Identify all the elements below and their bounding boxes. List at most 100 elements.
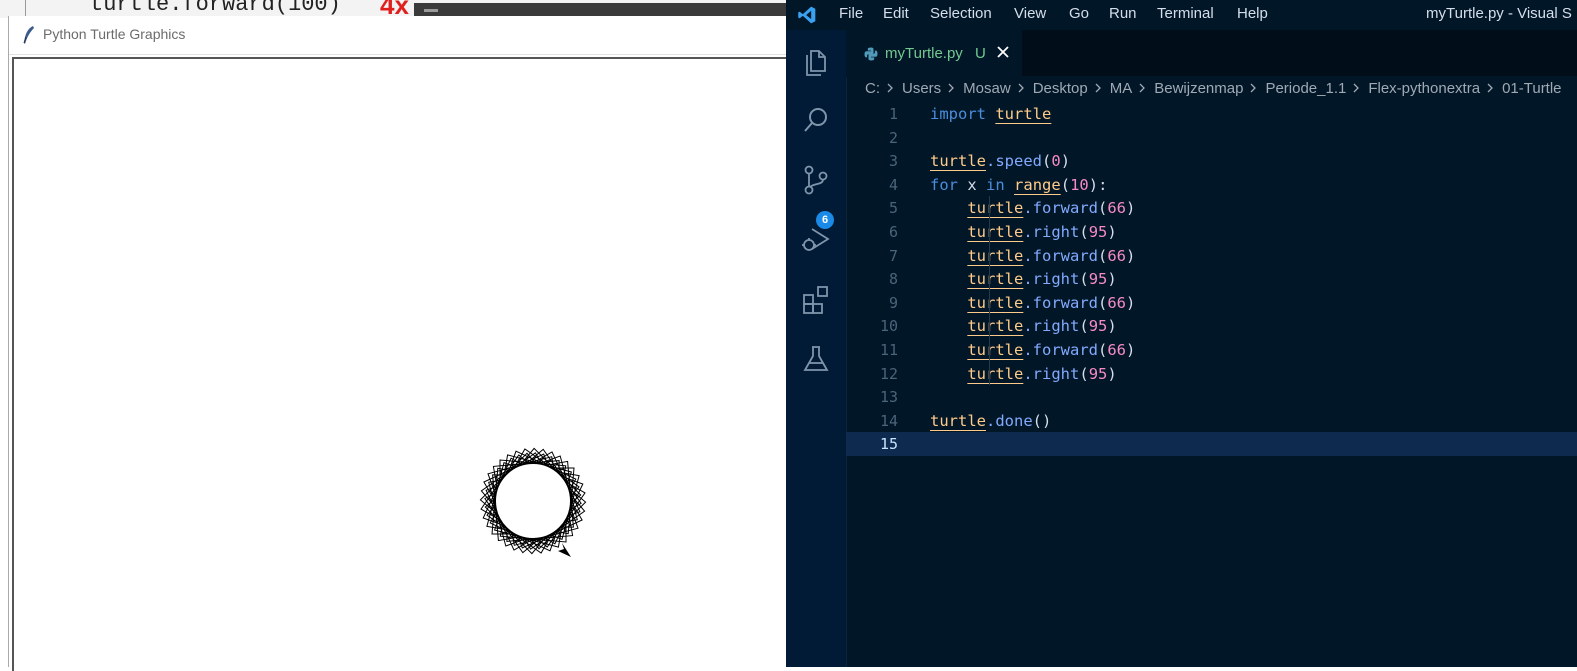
menu-help[interactable]: Help <box>1237 5 1268 22</box>
code-line[interactable]: 15 <box>846 432 1577 457</box>
code-line[interactable]: 14 turtle.done() <box>846 409 1577 433</box>
code-text: turtle.right(95) <box>967 364 1117 383</box>
code-text: turtle.forward(66) <box>967 199 1136 218</box>
turtle-cursor-icon <box>558 543 571 557</box>
code-line[interactable]: 4 for x in range(10): <box>846 173 1577 197</box>
chevron-right-icon <box>1093 80 1103 93</box>
code-text: for x in range(10): <box>930 175 1108 194</box>
line-number: 10 <box>879 317 898 336</box>
code-text: turtle.forward(66) <box>967 341 1136 359</box>
line-number: 7 <box>888 246 898 265</box>
code-text: turtle.forward(66) <box>967 246 1136 265</box>
source-control-icon[interactable] <box>800 164 832 196</box>
turtle-inner-circle <box>494 462 572 540</box>
breadcrumb-item[interactable]: Desktop <box>1033 80 1088 97</box>
chevron-right-icon <box>946 80 956 93</box>
code-text: turtle.right(95) <box>967 223 1117 241</box>
line-number: 9 <box>888 293 898 312</box>
window-title: myTurtle.py - Visual S <box>1426 5 1572 22</box>
turtle-window: Python Turtle Graphics <box>8 16 793 671</box>
tab-untracked-status: U <box>975 45 986 62</box>
turtle-arrow <box>558 543 571 557</box>
line-number: 1 <box>888 105 898 123</box>
python-icon <box>864 47 878 61</box>
breadcrumb: C: Users Mosaw Desktop MA Bewijzenmap Periode_… <box>865 80 1562 100</box>
code-text: import turtle <box>930 105 1052 123</box>
run-debug-icon[interactable] <box>800 223 832 255</box>
line-number: 15 <box>879 435 898 454</box>
code-line[interactable]: 5 turtle.forward(66) <box>846 196 1577 220</box>
turtle-canvas <box>12 57 793 671</box>
background-code-text: turtle.forward(100) <box>90 0 341 17</box>
menu-edit[interactable]: Edit <box>883 5 909 22</box>
menu-go[interactable]: Go <box>1069 5 1089 22</box>
code-text: turtle.forward(66) <box>967 293 1136 312</box>
tab-label: myTurtle.py <box>885 45 963 62</box>
background-dark-window <box>414 3 790 17</box>
chevron-right-icon <box>1351 80 1361 93</box>
line-number: 2 <box>888 128 898 147</box>
code-line[interactable]: 3 turtle.speed(0) <box>846 149 1577 173</box>
chevron-right-icon <box>885 80 895 93</box>
menu-file[interactable]: File <box>839 5 863 22</box>
activity-bar: 6 <box>786 30 847 667</box>
line-number: 6 <box>888 223 898 241</box>
chevron-right-icon <box>1016 80 1026 93</box>
code-line[interactable]: 6 turtle.right(95) <box>846 220 1577 244</box>
line-number: 8 <box>888 270 898 289</box>
breadcrumb-item[interactable]: Periode_1.1 <box>1265 80 1346 97</box>
vscode-window: File Edit Selection View Go Run Terminal… <box>786 0 1577 667</box>
tab-myturtle[interactable]: myTurtle.py U <box>846 30 1022 77</box>
code-line[interactable]: 13 <box>846 385 1577 409</box>
breadcrumb-item[interactable]: Bewijzenmap <box>1154 80 1243 97</box>
extensions-icon[interactable] <box>800 283 832 315</box>
code-text: turtle.right(95) <box>967 270 1117 289</box>
turtle-window-title: Python Turtle Graphics <box>43 26 186 42</box>
code-line[interactable]: 12 turtle.right(95) <box>846 362 1577 386</box>
close-icon[interactable] <box>994 43 1012 61</box>
code-line[interactable]: 7 turtle.forward(66) <box>846 244 1577 268</box>
menu-run[interactable]: Run <box>1109 5 1137 22</box>
breadcrumb-item[interactable]: Users <box>902 80 941 97</box>
code-line[interactable]: 8 turtle.right(95) <box>846 267 1577 291</box>
code-text: turtle.right(95) <box>967 317 1117 336</box>
line-number: 11 <box>879 341 898 359</box>
line-number: 4 <box>888 175 898 194</box>
code-line[interactable]: 1 import turtle <box>846 102 1577 126</box>
turtle-drawing <box>479 447 587 557</box>
line-number: 3 <box>888 152 898 171</box>
code-editor[interactable]: 1 import turtle 2 3 turtle.speed(0) 4 for x in… <box>846 100 1577 667</box>
menu-terminal[interactable]: Terminal <box>1157 5 1214 22</box>
chevron-right-icon <box>1248 80 1258 93</box>
turtle-titlebar[interactable]: Python Turtle Graphics <box>9 16 791 55</box>
search-icon[interactable] <box>800 104 832 136</box>
feather-icon <box>23 26 34 44</box>
code-line[interactable]: 11 turtle.forward(66) <box>846 338 1577 362</box>
code-text: turtle.done() <box>930 411 1052 430</box>
code-text: turtle.speed(0) <box>930 152 1071 171</box>
breadcrumb-item[interactable]: 01-Turtle <box>1502 80 1561 97</box>
breadcrumb-item[interactable]: C: <box>865 80 880 97</box>
chevron-right-icon <box>1485 80 1495 93</box>
line-number: 12 <box>879 364 898 383</box>
line-number: 14 <box>879 411 898 430</box>
chevron-right-icon <box>1137 80 1147 93</box>
menu-view[interactable]: View <box>1014 5 1046 22</box>
menu-selection[interactable]: Selection <box>930 5 992 22</box>
breadcrumb-item[interactable]: Mosaw <box>963 80 1011 97</box>
files-icon[interactable] <box>800 45 832 77</box>
indent-guide <box>989 196 990 386</box>
testing-icon[interactable] <box>800 343 832 375</box>
tab-bar: myTurtle.py U <box>846 30 1577 77</box>
line-number: 13 <box>879 388 898 407</box>
breadcrumb-item[interactable]: MA <box>1110 80 1133 97</box>
code-line[interactable]: 2 <box>846 126 1577 150</box>
menu-bar: File Edit Selection View Go Run Terminal… <box>786 0 1577 30</box>
line-number: 5 <box>888 199 898 218</box>
turtle-spirograph <box>479 447 587 555</box>
code-line[interactable]: 9 turtle.forward(66) <box>846 291 1577 315</box>
code-line[interactable]: 10 turtle.right(95) <box>846 314 1577 338</box>
vscode-logo-icon <box>798 6 816 24</box>
minimize-icon <box>424 9 438 12</box>
breadcrumb-item[interactable]: Flex-pythonextra <box>1368 80 1480 97</box>
